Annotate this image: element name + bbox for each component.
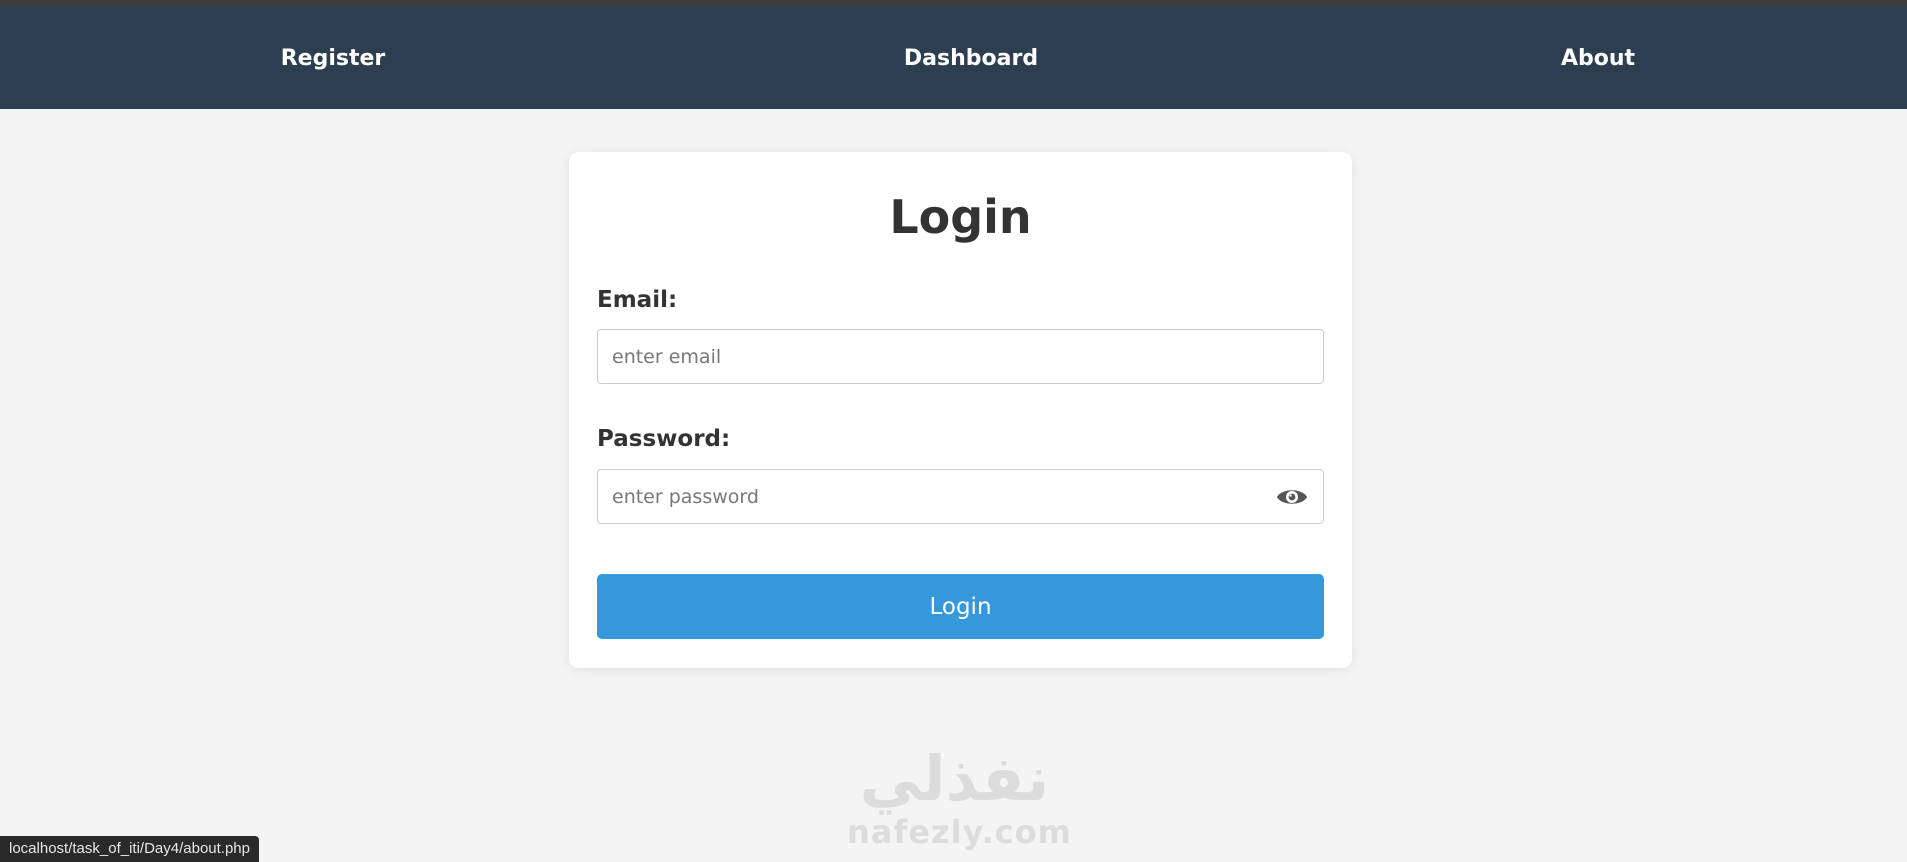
- navbar: Register Dashboard About: [0, 6, 1907, 109]
- login-button[interactable]: Login: [597, 574, 1324, 639]
- watermark-logo: نفذلي nafezly.com: [847, 742, 1072, 860]
- status-bar-url: localhost/task_of_iti/Day4/about.php: [0, 836, 259, 862]
- email-field-box: [597, 329, 1324, 384]
- watermark-url-text: nafezly.com: [847, 813, 1072, 851]
- page-title: Login: [889, 190, 1032, 244]
- nav-link-about[interactable]: About: [1561, 46, 1635, 71]
- email-input[interactable]: [612, 330, 1252, 383]
- password-label: Password:: [597, 426, 731, 452]
- nav-link-register[interactable]: Register: [281, 46, 386, 71]
- email-label: Email:: [597, 287, 678, 313]
- eye-icon[interactable]: [1276, 485, 1308, 509]
- watermark-logo-text: نفذلي: [859, 742, 1050, 815]
- password-field-box: [597, 469, 1324, 524]
- nav-link-dashboard[interactable]: Dashboard: [904, 46, 1038, 71]
- password-input[interactable]: [612, 470, 1252, 523]
- login-card: Login Email: Password: Login: [569, 152, 1352, 668]
